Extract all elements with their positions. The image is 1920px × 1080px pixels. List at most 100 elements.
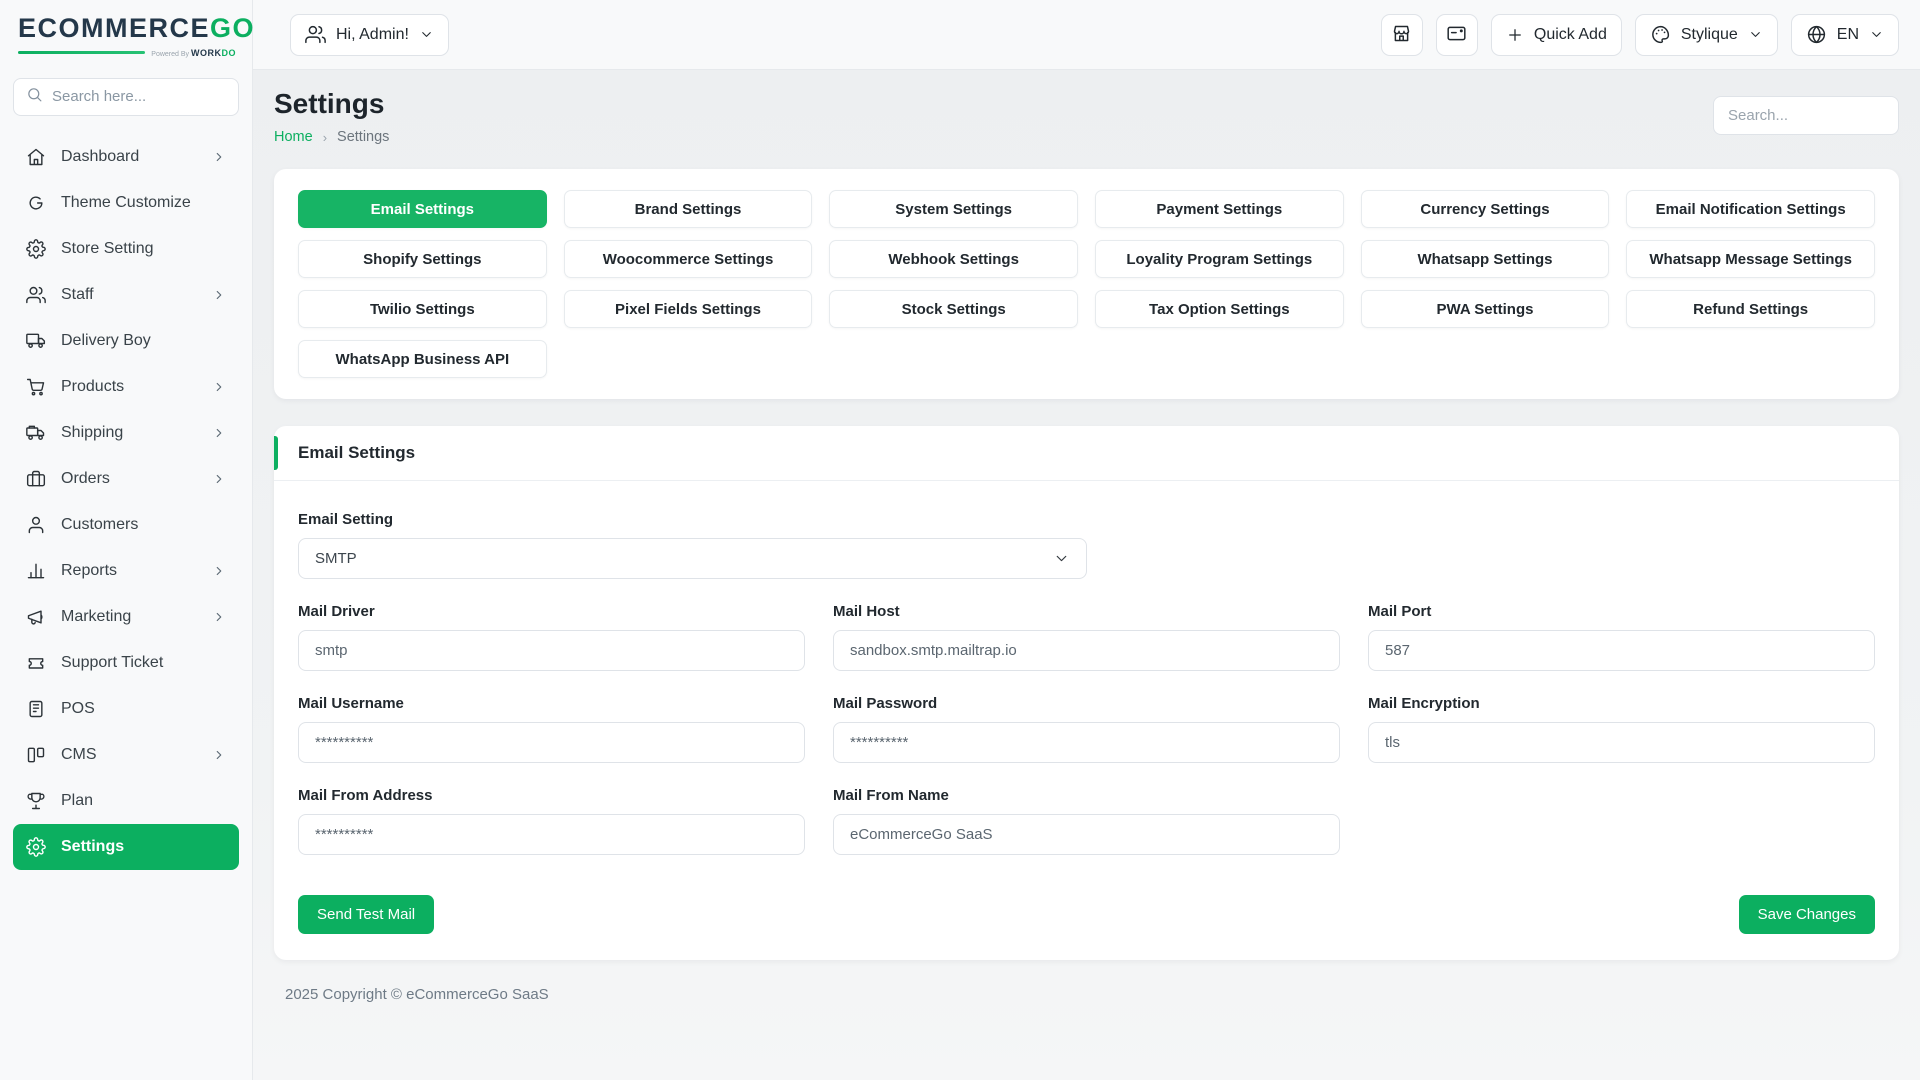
sidebar-item-label: Reports [61,562,197,580]
tab-tax-option-settings[interactable]: Tax Option Settings [1095,290,1344,328]
tab-brand-settings[interactable]: Brand Settings [564,190,813,228]
chevron-right-icon [212,472,226,486]
panel-title: Email Settings [274,426,1899,481]
field-label: Mail Password [833,695,1340,712]
sidebar-item-orders[interactable]: Orders [13,456,239,502]
mail-from-address-input[interactable] [298,814,805,855]
mail-port-input[interactable] [1368,630,1875,671]
field-label: Mail Driver [298,603,805,620]
chevron-down-icon [419,27,434,42]
sidebar-item-label: Customers [61,516,226,534]
email-setting-selected-value: SMTP [315,550,1053,567]
tab-whatsapp-settings[interactable]: Whatsapp Settings [1361,240,1610,278]
gear-icon [26,837,46,857]
user-icon [26,515,46,535]
tab-payment-settings[interactable]: Payment Settings [1095,190,1344,228]
sidebar-item-delivery-boy[interactable]: Delivery Boy [13,318,239,364]
tab-email-notification-settings[interactable]: Email Notification Settings [1626,190,1875,228]
field-label: Mail Encryption [1368,695,1875,712]
field-mail-from-address: Mail From Address [298,787,805,855]
brand-logo-text: ECOMMERCEGO [18,14,236,44]
page-search[interactable] [1713,96,1899,135]
sidebar-item-settings[interactable]: Settings [13,824,239,870]
sidebar-item-shipping[interactable]: Shipping [13,410,239,456]
chevron-down-icon [1053,550,1070,567]
trophy-icon [26,791,46,811]
sidebar-search[interactable] [13,78,239,116]
pos-terminal-icon [26,699,46,719]
app-window: ECOMMERCEGO Powered By WORKDO DashboardT… [0,0,1920,1080]
mail-encryption-input[interactable] [1368,722,1875,763]
sidebar-menu: DashboardTheme CustomizeStore SettingSta… [0,130,252,1080]
sidebar-item-products[interactable]: Products [13,364,239,410]
sidebar-item-staff[interactable]: Staff [13,272,239,318]
sidebar-item-label: Settings [61,838,226,856]
copyright-text: 2025 Copyright © eCommerceGo SaaS [274,960,1899,1003]
tab-system-settings[interactable]: System Settings [829,190,1078,228]
user-menu-button[interactable]: Hi, Admin! [290,14,449,56]
stylique-button[interactable]: Stylique [1635,14,1778,56]
sidebar-item-store-setting[interactable]: Store Setting [13,226,239,272]
sidebar-item-theme-customize[interactable]: Theme Customize [13,180,239,226]
storefront-button[interactable] [1381,14,1423,56]
sidebar-item-reports[interactable]: Reports [13,548,239,594]
sidebar: ECOMMERCEGO Powered By WORKDO DashboardT… [0,0,253,1080]
sidebar-item-label: POS [61,700,226,718]
users-icon [305,24,326,45]
tab-currency-settings[interactable]: Currency Settings [1361,190,1610,228]
mail-username-input[interactable] [298,722,805,763]
cart-icon [26,377,46,397]
sidebar-item-dashboard[interactable]: Dashboard [13,134,239,180]
tab-whatsapp-business-api[interactable]: WhatsApp Business API [298,340,547,378]
tab-webhook-settings[interactable]: Webhook Settings [829,240,1078,278]
tab-pwa-settings[interactable]: PWA Settings [1361,290,1610,328]
field-label: Mail Port [1368,603,1875,620]
tab-refund-settings[interactable]: Refund Settings [1626,290,1875,328]
breadcrumb: Home › Settings [274,129,389,145]
tab-email-settings[interactable]: Email Settings [298,190,547,228]
sidebar-item-pos[interactable]: POS [13,686,239,732]
tab-whatsapp-message-settings[interactable]: Whatsapp Message Settings [1626,240,1875,278]
tab-loyality-program-settings[interactable]: Loyality Program Settings [1095,240,1344,278]
sidebar-item-label: Plan [61,792,226,810]
page-search-input[interactable] [1728,107,1884,124]
sidebar-item-support-ticket[interactable]: Support Ticket [13,640,239,686]
tab-shopify-settings[interactable]: Shopify Settings [298,240,547,278]
layout-icon [26,745,46,765]
settings-tabs-card: Email Settings Brand Settings System Setti… [274,169,1899,399]
sidebar-item-customers[interactable]: Customers [13,502,239,548]
field-label: Mail From Name [833,787,1340,804]
chevron-right-icon [212,150,226,164]
palette-icon [1650,24,1671,45]
mail-host-input[interactable] [833,630,1340,671]
sidebar-item-label: Shipping [61,424,197,442]
globe-icon [1806,24,1827,45]
brand-logo[interactable]: ECOMMERCEGO Powered By WORKDO [0,0,252,66]
tab-twilio-settings[interactable]: Twilio Settings [298,290,547,328]
field-mail-from-name: Mail From Name [833,787,1340,855]
storefront-icon [1391,23,1412,47]
sidebar-item-plan[interactable]: Plan [13,778,239,824]
save-changes-button[interactable]: Save Changes [1739,895,1875,934]
language-button[interactable]: EN [1791,14,1899,56]
megaphone-icon [26,607,46,627]
send-test-mail-button[interactable]: Send Test Mail [298,895,434,934]
email-setting-select[interactable]: SMTP [298,538,1087,579]
tab-pixel-fields-settings[interactable]: Pixel Fields Settings [564,290,813,328]
shipping-truck-icon [26,423,46,443]
quick-add-label: Quick Add [1534,26,1607,44]
mail-password-input[interactable] [833,722,1340,763]
plus-icon [1506,26,1524,44]
breadcrumb-home-link[interactable]: Home [274,129,313,145]
tab-woocommerce-settings[interactable]: Woocommerce Settings [564,240,813,278]
home-icon [26,147,46,167]
sidebar-item-marketing[interactable]: Marketing [13,594,239,640]
mail-button[interactable] [1436,14,1478,56]
sidebar-item-cms[interactable]: CMS [13,732,239,778]
users-icon [26,285,46,305]
quick-add-button[interactable]: Quick Add [1491,14,1622,56]
sidebar-search-input[interactable] [52,88,251,105]
tab-stock-settings[interactable]: Stock Settings [829,290,1078,328]
mail-from-name-input[interactable] [833,814,1340,855]
mail-driver-input[interactable] [298,630,805,671]
